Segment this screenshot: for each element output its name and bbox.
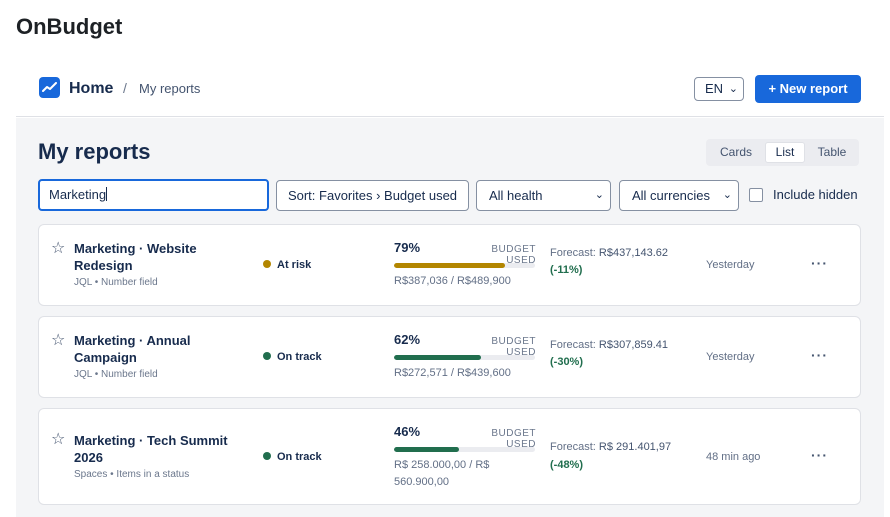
view-option-table[interactable]: Table bbox=[807, 142, 857, 163]
more-actions-icon[interactable]: ··· bbox=[811, 447, 828, 463]
budget-amount: R$387,036 / R$489,900 bbox=[394, 275, 511, 287]
updated-time: Yesterday bbox=[706, 351, 755, 363]
budget-percent: 46% bbox=[394, 424, 421, 439]
favorite-star-icon[interactable]: ☆ bbox=[51, 429, 65, 449]
forecast-value: R$437,143.62 bbox=[598, 247, 669, 259]
chevron-down-icon: ⌄ bbox=[728, 83, 738, 95]
health-dot bbox=[263, 260, 271, 268]
breadcrumb-separator: / bbox=[123, 80, 127, 96]
health-filter-select[interactable]: All health ⌄ bbox=[476, 180, 611, 211]
new-report-button[interactable]: + New report bbox=[755, 75, 861, 103]
chevron-down-icon: ⌄ bbox=[722, 189, 732, 201]
report-row[interactable]: ☆ Marketing · Tech Summit 2026 Spaces • … bbox=[38, 408, 861, 505]
updated-time: 48 min ago bbox=[706, 451, 761, 463]
forecast-label: Forecast: bbox=[550, 339, 596, 351]
chart-trend-icon[interactable] bbox=[39, 77, 60, 98]
budget-amount: R$272,571 / R$439,600 bbox=[394, 367, 511, 379]
report-row[interactable]: ☆ Marketing · Website Redesign JQL • Num… bbox=[38, 224, 861, 306]
language-select-value: EN bbox=[705, 81, 724, 96]
report-meta: JQL • Number field bbox=[74, 277, 158, 288]
breadcrumb-home[interactable]: Home bbox=[69, 80, 113, 98]
report-title[interactable]: Marketing · Annual Campaign bbox=[74, 332, 244, 366]
filter-bar: Marketing Sort: Favorites › Budget used … bbox=[38, 179, 884, 211]
breadcrumb-current: My reports bbox=[139, 81, 201, 96]
health-status: On track bbox=[263, 451, 322, 463]
forecast-delta: (-30%) bbox=[550, 356, 584, 368]
search-input[interactable]: Marketing bbox=[38, 179, 269, 211]
view-option-list[interactable]: List bbox=[765, 142, 805, 163]
health-dot bbox=[263, 452, 271, 460]
report-title[interactable]: Marketing · Tech Summit 2026 bbox=[74, 432, 244, 466]
budget-progress-fill bbox=[394, 355, 482, 360]
forecast-delta: (-11%) bbox=[550, 264, 583, 276]
include-hidden-checkbox[interactable] bbox=[749, 188, 763, 202]
view-option-cards[interactable]: Cards bbox=[710, 142, 762, 163]
favorite-star-icon[interactable]: ☆ bbox=[51, 238, 65, 258]
report-meta: JQL • Number field bbox=[74, 369, 158, 380]
health-filter-value: All health bbox=[489, 188, 543, 203]
budget-amount: R$ 258.000,00 / R$ 560.900,00 bbox=[394, 459, 490, 488]
updated-time: Yesterday bbox=[706, 259, 755, 271]
forecast-delta: (-48%) bbox=[550, 459, 584, 471]
health-status: On track bbox=[263, 351, 322, 363]
search-input-value: Marketing bbox=[49, 187, 107, 202]
report-title[interactable]: Marketing · Website Redesign bbox=[74, 240, 244, 274]
page-title: My reports bbox=[38, 139, 151, 164]
forecast-value: R$ 291.401,97 bbox=[598, 441, 672, 453]
reports-panel: My reports Cards List Table Marketing So… bbox=[16, 118, 884, 517]
chevron-down-icon: ⌄ bbox=[594, 189, 604, 201]
forecast: Forecast: R$ 291.401,97 bbox=[550, 441, 671, 453]
text-caret bbox=[106, 187, 108, 201]
more-actions-icon[interactable]: ··· bbox=[811, 255, 828, 271]
include-hidden-label[interactable]: Include hidden bbox=[773, 187, 858, 202]
view-mode-switch: Cards List Table bbox=[706, 139, 859, 166]
health-dot bbox=[263, 352, 271, 360]
health-label: On track bbox=[277, 351, 322, 363]
report-meta: Spaces • Items in a status bbox=[74, 469, 190, 480]
budget-progress-bar bbox=[394, 263, 535, 268]
language-select[interactable]: EN ⌄ bbox=[694, 77, 744, 101]
health-status: At risk bbox=[263, 259, 311, 271]
forecast: Forecast: R$437,143.62 bbox=[550, 247, 668, 259]
top-bar: Home / My reports EN ⌄ + New report bbox=[16, 62, 884, 117]
sort-button[interactable]: Sort: Favorites › Budget used bbox=[276, 180, 469, 211]
more-actions-icon[interactable]: ··· bbox=[811, 347, 828, 363]
budget-progress-fill bbox=[394, 447, 459, 452]
app-title: OnBudget bbox=[16, 14, 123, 39]
budget-percent: 62% bbox=[394, 332, 421, 347]
currency-filter-value: All currencies bbox=[632, 188, 711, 203]
forecast-value: R$307,859.41 bbox=[598, 339, 669, 351]
forecast: Forecast: R$307,859.41 bbox=[550, 339, 668, 351]
health-label: On track bbox=[277, 451, 322, 463]
budget-percent: 79% bbox=[394, 240, 421, 255]
favorite-star-icon[interactable]: ☆ bbox=[51, 330, 65, 350]
forecast-label: Forecast: bbox=[550, 247, 596, 259]
forecast-label: Forecast: bbox=[550, 441, 596, 453]
budget-progress-fill bbox=[394, 263, 506, 268]
budget-progress-bar bbox=[394, 447, 535, 452]
report-row[interactable]: ☆ Marketing · Annual Campaign JQL • Numb… bbox=[38, 316, 861, 398]
health-label: At risk bbox=[277, 259, 312, 271]
currency-filter-select[interactable]: All currencies ⌄ bbox=[619, 180, 739, 211]
budget-progress-bar bbox=[394, 355, 535, 360]
